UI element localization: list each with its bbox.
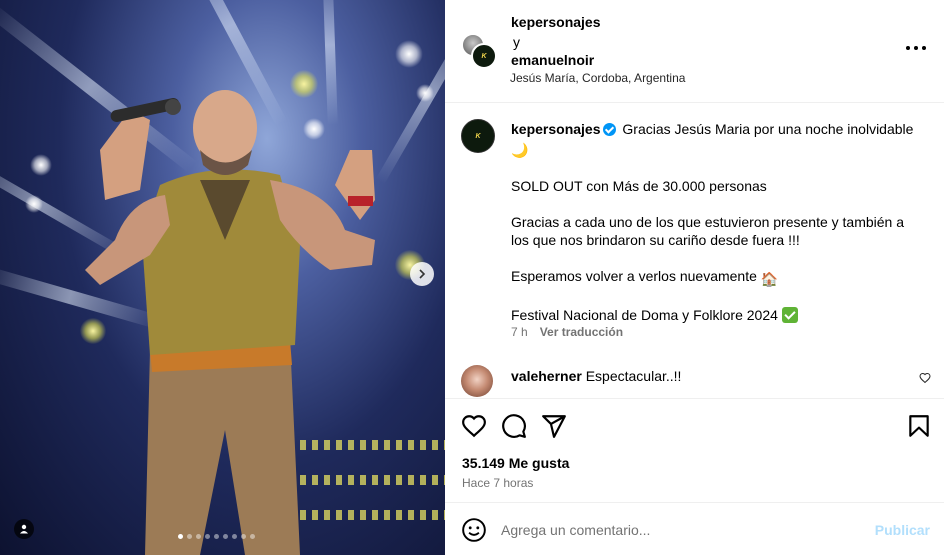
more-dot-icon bbox=[914, 46, 918, 50]
singer-figure bbox=[85, 90, 375, 555]
logo-text: K bbox=[481, 52, 487, 60]
caption-meta: 7 h Ver traducción bbox=[511, 325, 623, 339]
location-link[interactable]: Jesús María, Cordoba, Argentina bbox=[510, 71, 685, 85]
publish-button[interactable]: Publicar bbox=[875, 522, 930, 538]
check-mark-icon bbox=[781, 307, 798, 323]
next-image-button[interactable] bbox=[410, 262, 434, 286]
bookmark-icon[interactable] bbox=[906, 413, 932, 439]
more-dot-icon bbox=[922, 46, 926, 50]
carousel-dot bbox=[196, 534, 201, 539]
comment-body: Espectacular..!! bbox=[585, 368, 682, 384]
more-dot-icon bbox=[906, 46, 910, 50]
avatar[interactable]: K bbox=[471, 43, 497, 69]
post-timestamp[interactable]: Hace 7 horas bbox=[462, 476, 533, 490]
caption-time: 7 h bbox=[511, 325, 528, 339]
user-icon bbox=[20, 524, 28, 534]
carousel-dot bbox=[241, 534, 246, 539]
comment-input[interactable] bbox=[501, 519, 861, 541]
carousel-dot bbox=[205, 534, 210, 539]
caption-line: SOLD OUT con Más de 30.000 personas bbox=[511, 178, 767, 194]
caption-line: Gracias a cada uno de los que estuvieron… bbox=[511, 214, 905, 248]
heart-icon[interactable] bbox=[919, 372, 931, 384]
caption-line: Festival Nacional de Doma y Folklore 202… bbox=[511, 307, 778, 323]
house-emoji-icon: 🏠 bbox=[760, 271, 779, 287]
caption-line: Gracias Jesús Maria por una noche inolvi… bbox=[622, 121, 914, 137]
carousel-dot bbox=[214, 534, 219, 539]
caption: kepersonajes Gracias Jesús Maria por una… bbox=[511, 120, 921, 324]
heart-icon[interactable] bbox=[461, 413, 487, 439]
avatar[interactable] bbox=[461, 365, 493, 397]
comment-item: valeherner Espectacular..!! bbox=[461, 365, 931, 398]
carousel-dot bbox=[250, 534, 255, 539]
carousel-dot bbox=[178, 534, 183, 539]
action-bar: 35.149 Me gusta Hace 7 horas bbox=[445, 398, 944, 502]
caption-username[interactable]: kepersonajes bbox=[511, 121, 601, 137]
add-comment-bar: Publicar bbox=[445, 502, 944, 555]
username-link[interactable]: emanuelnoir bbox=[511, 52, 594, 68]
carousel-dot bbox=[223, 534, 228, 539]
more-options-button[interactable] bbox=[906, 40, 926, 56]
comment-text: valeherner Espectacular..!! bbox=[511, 368, 681, 384]
username-link[interactable]: kepersonajes bbox=[511, 14, 601, 30]
chevron-right-icon bbox=[419, 269, 426, 279]
post-panel: K kepersonajes y emanuelnoir Jesús María… bbox=[445, 0, 944, 555]
verified-badge-icon bbox=[602, 123, 616, 136]
see-translation-link[interactable]: Ver traducción bbox=[540, 325, 623, 339]
carousel-dot bbox=[232, 534, 237, 539]
collab-avatars[interactable]: K bbox=[461, 33, 497, 69]
share-icon[interactable] bbox=[541, 413, 567, 439]
likes-count[interactable]: 35.149 Me gusta bbox=[462, 455, 569, 471]
conjunction-text: y bbox=[513, 34, 520, 50]
post-header: K kepersonajes y emanuelnoir Jesús María… bbox=[445, 0, 944, 103]
logo-text: K bbox=[475, 132, 481, 140]
carousel-dot bbox=[187, 534, 192, 539]
caption-line: Esperamos volver a verlos nuevamente bbox=[511, 268, 757, 284]
comment-username[interactable]: valeherner bbox=[511, 368, 582, 384]
avatar[interactable]: K bbox=[461, 119, 495, 153]
comments-section[interactable]: K kepersonajes Gracias Jesús Maria por u… bbox=[445, 103, 944, 398]
tagged-users-button[interactable] bbox=[14, 519, 34, 539]
carousel-indicator bbox=[178, 534, 255, 539]
post-image[interactable] bbox=[0, 0, 445, 555]
comment-icon[interactable] bbox=[501, 413, 527, 439]
emoji-icon[interactable] bbox=[461, 517, 487, 543]
moon-emoji-icon: 🌙 bbox=[511, 142, 529, 158]
